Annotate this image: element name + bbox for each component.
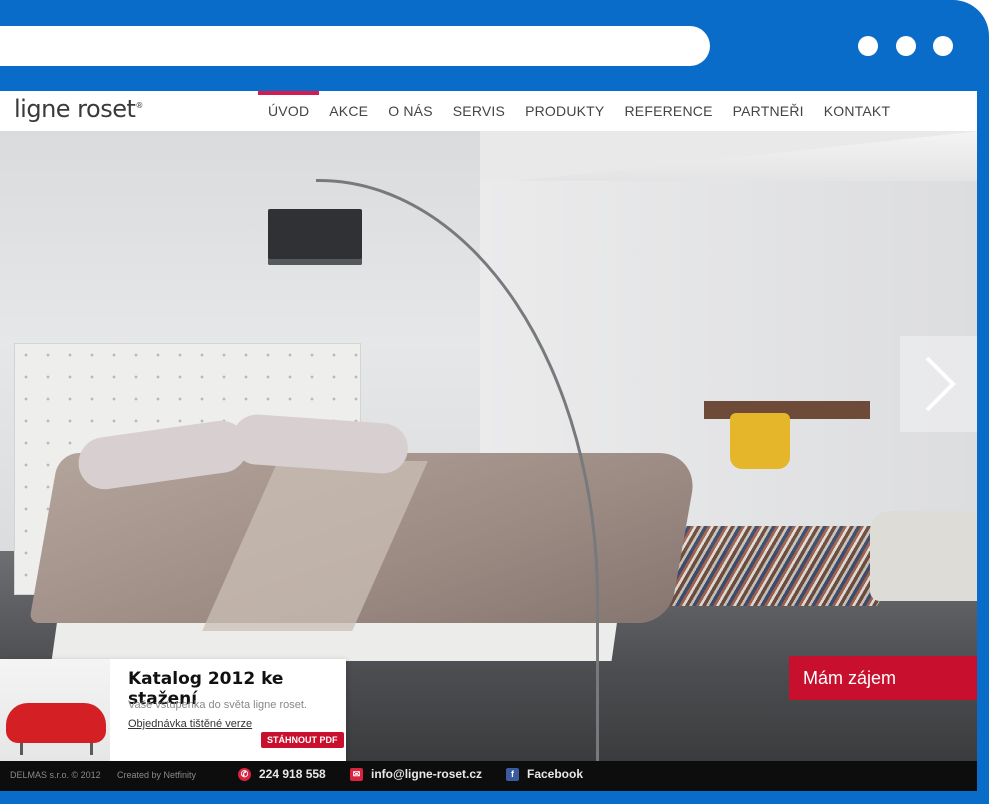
catalog-subtitle: Vaše vstupenka do světa ligne roset. [128, 699, 307, 711]
phone-number: 224 918 558 [259, 767, 326, 781]
nav-item-servis[interactable]: SERVIS [443, 91, 515, 131]
catalog-card: Katalog 2012 ke stažení Vaše vstupenka d… [0, 659, 346, 761]
chevron-right-icon [925, 356, 956, 412]
footer-bar: DELMAS s.r.o. © 2012 Created by Netfinit… [0, 761, 977, 791]
phone-icon: ✆ [238, 767, 251, 781]
main-menu: ÚVOD AKCE O NÁS SERVIS PRODUKTY REFERENCE PART… [258, 91, 900, 131]
nav-item-úvod[interactable]: ÚVOD [258, 91, 320, 131]
site-logo[interactable]: ligne roset® [14, 95, 143, 123]
window-control-dot-icon[interactable] [858, 36, 878, 56]
nav-item-akce[interactable]: AKCE [319, 91, 378, 131]
facebook-link[interactable]: f Facebook [506, 767, 583, 781]
nav-item-produkty[interactable]: PRODUKTY [515, 91, 614, 131]
browser-frame: ligne roset® ÚVOD AKCE O NÁS SERVIS PRODUKTY… [0, 0, 989, 804]
nav-item-reference[interactable]: REFERENCE [614, 91, 722, 131]
copyright-text: DELMAS s.r.o. © 2012 [10, 770, 101, 780]
order-print-link[interactable]: Objednávka tištěné verze [128, 718, 252, 730]
scene-ceiling [470, 131, 977, 186]
registered-mark: ® [135, 101, 143, 110]
top-navbar: ligne roset® ÚVOD AKCE O NÁS SERVIS PRODUKTY… [0, 91, 977, 131]
catalog-thumbnail[interactable] [0, 659, 110, 761]
armchair [870, 511, 977, 601]
lamp-shade [268, 209, 362, 265]
sofa-leg [90, 743, 93, 755]
logo-text: ligne roset [14, 95, 136, 123]
nav-item-o-nás[interactable]: O NÁS [378, 91, 443, 131]
facebook-icon: f [506, 767, 519, 781]
created-by-link[interactable]: Created by Netfinity [117, 770, 196, 780]
nav-item-kontakt[interactable]: KONTAKT [814, 91, 900, 131]
facebook-label: Facebook [527, 767, 584, 781]
email-address: info@ligne-roset.cz [371, 767, 483, 781]
window-control-dot-icon[interactable] [896, 36, 916, 56]
download-pdf-button[interactable]: STÁHNOUT PDF [261, 732, 344, 748]
yellow-chair [730, 413, 790, 469]
sofa-leg [20, 743, 23, 755]
email-contact[interactable]: ✉ info@ligne-roset.cz [350, 767, 482, 781]
mail-icon: ✉ [350, 767, 363, 781]
phone-contact[interactable]: ✆ 224 918 558 [238, 767, 326, 781]
window-control-dot-icon[interactable] [933, 36, 953, 56]
red-sofa-image [6, 703, 106, 743]
nav-item-partneři[interactable]: PARTNEŘI [723, 91, 814, 131]
next-slide-button[interactable] [900, 336, 977, 432]
interest-button[interactable]: Mám zájem [789, 656, 977, 700]
address-bar[interactable] [0, 26, 710, 66]
